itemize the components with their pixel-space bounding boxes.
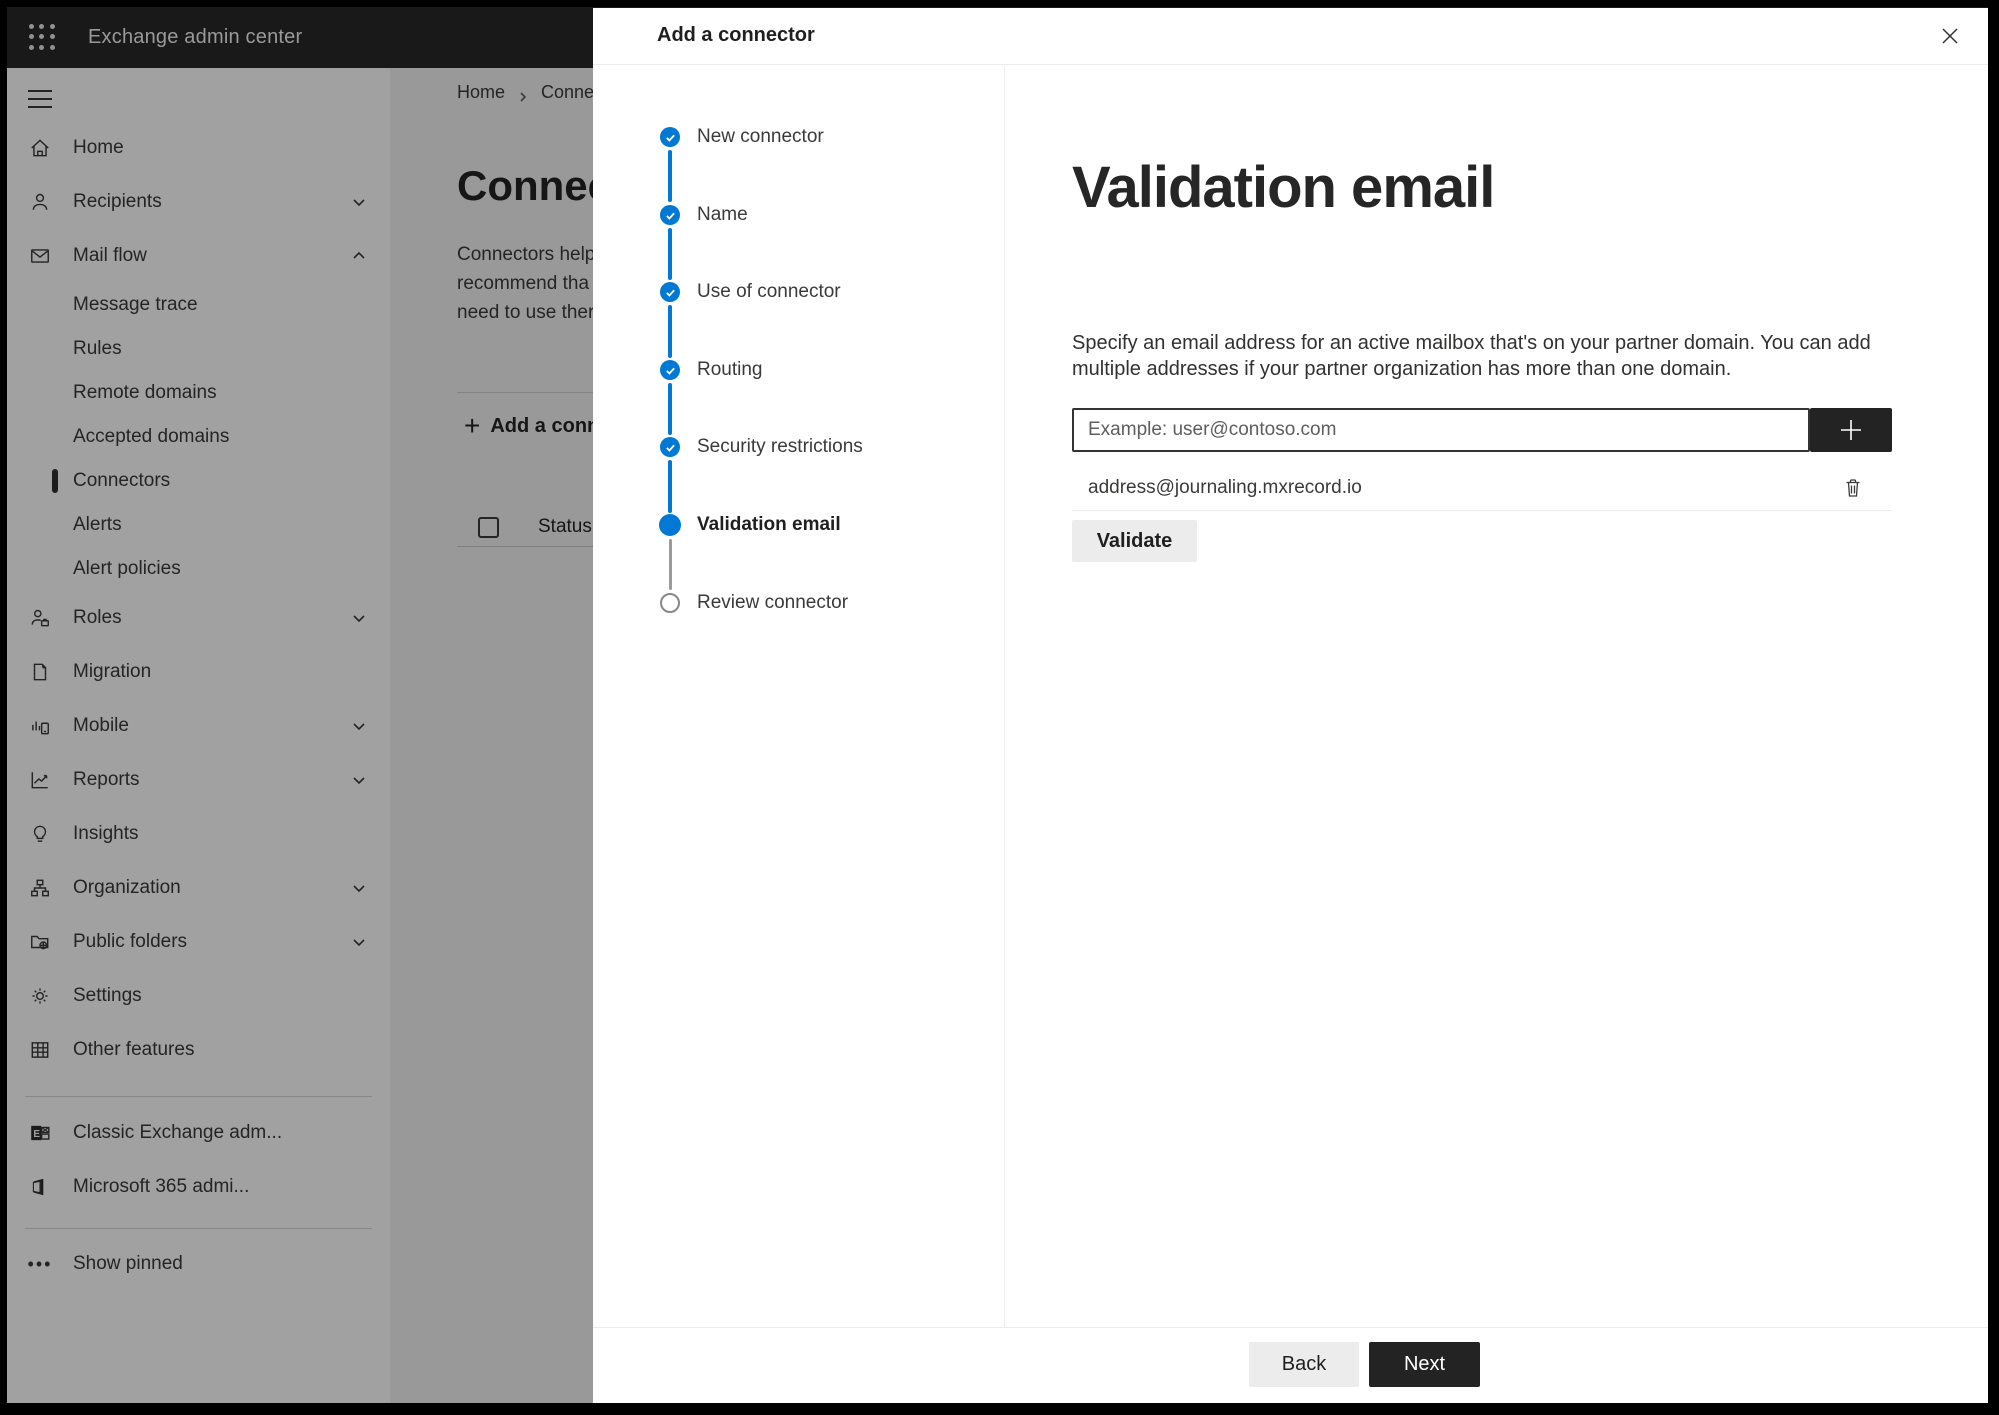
- email-entry-row: [1072, 408, 1892, 452]
- address-row-divider: [1072, 510, 1892, 511]
- plus-icon: [1841, 420, 1861, 440]
- step-check-icon: [660, 360, 680, 380]
- screenshot-frame: Exchange admin center Home Recipients Ma…: [0, 0, 1999, 1415]
- added-address-row: address@journaling.mxrecord.io: [1072, 466, 1892, 510]
- step-connector: [669, 539, 672, 590]
- step-check-icon: [660, 437, 680, 457]
- step-heading: Validation email: [1072, 155, 1495, 220]
- step-check-icon: [660, 282, 680, 302]
- step-check-icon: [660, 205, 680, 225]
- step-check-icon: [660, 127, 680, 147]
- email-input[interactable]: [1072, 408, 1810, 452]
- next-button[interactable]: Next: [1369, 1342, 1480, 1387]
- step-connector: [668, 383, 672, 435]
- step-pending-dot: [660, 593, 680, 613]
- step-connector: [668, 305, 672, 358]
- back-button[interactable]: Back: [1249, 1342, 1359, 1387]
- step-description: Specify an email address for an active m…: [1072, 332, 1871, 380]
- wizard-stepper: New connector Name Use of connector Rout…: [593, 66, 1005, 1327]
- added-address: address@journaling.mxrecord.io: [1088, 477, 1362, 498]
- footer-divider: [593, 1327, 1988, 1328]
- delete-address-icon[interactable]: [1838, 473, 1868, 503]
- step-current-dot: [659, 514, 681, 536]
- validate-button[interactable]: Validate: [1072, 520, 1197, 562]
- add-email-button[interactable]: [1810, 408, 1892, 452]
- step-connector: [668, 228, 672, 280]
- close-icon[interactable]: [1936, 22, 1964, 50]
- dialog-title: Add a connector: [657, 24, 815, 46]
- step-connector: [668, 150, 672, 202]
- add-connector-dialog: Add a connector New connector Name Use o…: [593, 8, 1988, 1403]
- step-connector: [668, 460, 672, 513]
- dialog-header: Add a connector: [593, 8, 1988, 65]
